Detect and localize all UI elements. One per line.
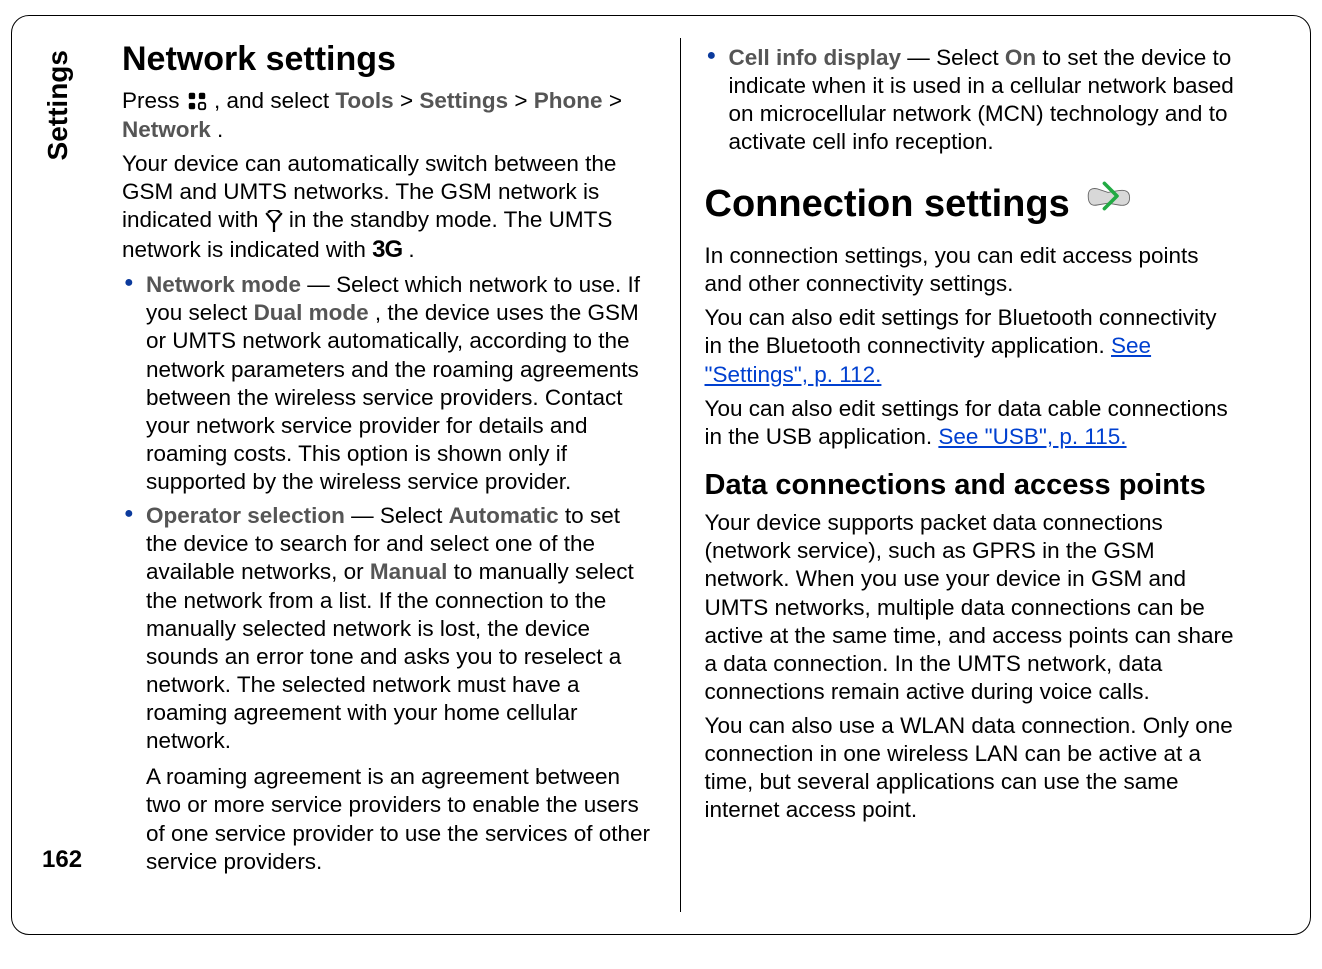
network-settings-heading: Network settings xyxy=(122,38,656,81)
chevron-right-icon: > xyxy=(514,88,533,113)
three-g-icon: 3G xyxy=(372,236,402,263)
page-frame: Settings 162 Network settings Press , an… xyxy=(11,15,1311,935)
data-connections-p1: Your device supports packet data connect… xyxy=(705,509,1239,706)
text: — xyxy=(907,45,936,70)
see-usb-link[interactable]: See "USB", p. 115. xyxy=(938,424,1126,449)
list-item: Network mode — Select which network to u… xyxy=(146,271,656,496)
left-column: Network settings Press , and select Tool… xyxy=(122,38,680,912)
connection-settings-heading: Connection settings xyxy=(705,181,1070,229)
option-value: Manual xyxy=(370,559,448,584)
network-intro: Your device can automatically switch bet… xyxy=(122,150,656,265)
nav-phone: Phone xyxy=(534,88,603,113)
data-connections-heading: Data connections and access points xyxy=(705,467,1239,503)
chevron-right-icon: > xyxy=(609,88,622,113)
two-column-layout: Network settings Press , and select Tool… xyxy=(122,38,1238,912)
navigation-path: Press , and select Tools > Settings > Ph… xyxy=(122,87,656,144)
text: — xyxy=(351,503,380,528)
chevron-right-icon: > xyxy=(400,88,419,113)
option-value: Dual mode xyxy=(254,300,369,325)
text: Select xyxy=(380,503,449,528)
text: . xyxy=(408,237,414,262)
option-value: Automatic xyxy=(449,503,559,528)
text: Select xyxy=(936,45,1005,70)
nav-settings: Settings xyxy=(419,88,508,113)
text: Press xyxy=(122,88,186,113)
option-value: On xyxy=(1005,45,1036,70)
text: , and select xyxy=(214,88,335,113)
roaming-note: A roaming agreement is an agreement betw… xyxy=(146,763,656,876)
network-options-list: Network mode — Select which network to u… xyxy=(122,271,656,876)
section-tab: Settings xyxy=(42,50,74,160)
text: . xyxy=(217,117,223,142)
list-item: Operator selection — Select Automatic to… xyxy=(146,502,656,876)
nav-network: Network xyxy=(122,117,211,142)
text: , the device uses the GSM or UMTS networ… xyxy=(146,300,639,494)
nav-tools: Tools xyxy=(335,88,393,113)
bluetooth-paragraph: You can also edit settings for Bluetooth… xyxy=(705,304,1239,388)
list-item: Cell info display — Select On to set the… xyxy=(729,44,1239,157)
connection-intro: In connection settings, you can edit acc… xyxy=(705,242,1239,298)
network-options-list-continued: Cell info display — Select On to set the… xyxy=(705,44,1239,157)
text: — xyxy=(307,272,336,297)
page-number: 162 xyxy=(42,846,82,874)
text: to manually select the network from a li… xyxy=(146,559,634,753)
antenna-icon xyxy=(265,207,283,235)
right-column: Cell info display — Select On to set the… xyxy=(680,38,1239,912)
usb-paragraph: You can also edit settings for data cabl… xyxy=(705,395,1239,451)
data-connections-p2: You can also use a WLAN data connection.… xyxy=(705,712,1239,825)
option-label: Cell info display xyxy=(729,45,902,70)
connection-settings-heading-row: Connection settings xyxy=(705,163,1239,237)
menu-key-icon xyxy=(186,88,208,116)
option-label: Operator selection xyxy=(146,503,345,528)
connection-plug-icon xyxy=(1080,178,1136,221)
option-label: Network mode xyxy=(146,272,301,297)
